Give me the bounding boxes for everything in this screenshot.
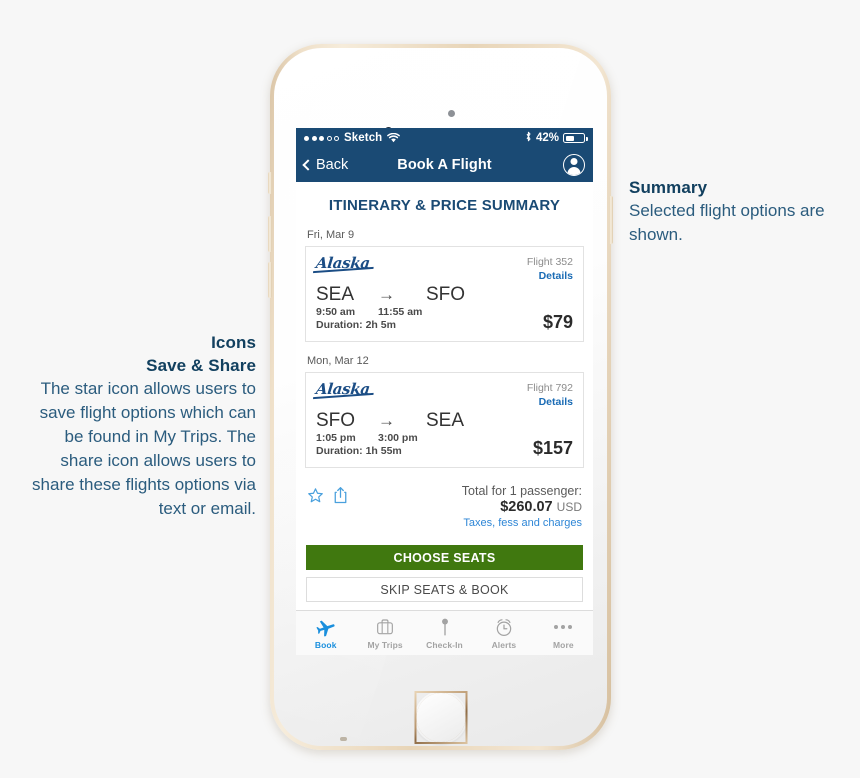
action-buttons: CHOOSE SEATS SKIP SEATS & BOOK [305,531,584,602]
flight-route: SEA → SFO [316,284,573,306]
depart-time: 9:50 am [316,306,356,318]
flight-times: 9:50 am 11:55 am Duration: 2h 5m [316,306,422,332]
flight-price: $79 [542,312,573,332]
status-bar: Sketch 42% [296,128,593,148]
tab-label: Book [314,639,337,650]
flight-number: Flight 352 [526,256,573,268]
annotation-summary-title: Summary [629,178,708,197]
section-heading: ITINERARY & PRICE SUMMARY [328,197,561,214]
bluetooth-icon [525,131,532,145]
flight-number: Flight 792 [526,382,573,394]
origin-code: SEA [316,284,355,305]
flight-card-header: Alaska Flight 352 Details [315,254,573,283]
carrier-label: Sketch [344,132,383,144]
tab-book[interactable]: Book [296,611,355,655]
navigation-bar: Back Book A Flight [296,148,593,182]
flight-route: SFO → SEA [316,410,573,432]
ellipsis-icon [554,617,573,638]
arrow-icon: → [378,285,395,304]
skip-seats-button[interactable]: SKIP SEATS & BOOK [306,577,583,602]
flight-card-footer: 1:05 pm 3:00 pm Duration: 1h 55m $157 [316,432,573,458]
battery-icon [563,133,588,143]
star-icon[interactable] [307,487,324,509]
tab-label: My Trips [367,639,403,650]
tab-more[interactable]: More [534,611,593,655]
phone-front-face: Sketch 42% Back Book A Flight ITINERARY … [274,48,607,746]
share-icon[interactable] [333,486,348,509]
alaska-airlines-logo: Alaska [315,254,377,272]
save-share-actions [307,483,348,509]
phone-screen: Sketch 42% Back Book A Flight ITINERARY … [296,128,593,655]
flight-price: $157 [532,438,573,458]
tab-label: More [552,639,574,650]
annotation-icons-title-line1: Icons [211,333,256,352]
tab-my-trips[interactable]: My Trips [355,611,414,655]
total-amount-value: $260.07 [500,499,553,515]
arrow-icon: → [378,411,395,430]
wifi-icon [387,133,401,143]
alarm-clock-icon [493,617,515,638]
choose-seats-button[interactable]: CHOOSE SEATS [306,545,583,570]
leg-date: Fri, Mar 9 [307,229,355,241]
totals-row: Total for 1 passenger: $260.07 USD Taxes… [305,479,584,531]
status-bar-left: Sketch [304,132,401,144]
back-button-label: Back [316,157,349,173]
silent-switch[interactable] [268,172,272,194]
totals-text: Total for 1 passenger: $260.07 USD Taxes… [462,483,582,531]
flight-card[interactable]: Alaska Flight 352 Details SEA → SFO 9:50… [305,246,584,342]
pin-icon [437,617,453,638]
flight-card[interactable]: Alaska Flight 792 Details SFO → SEA 1:05… [305,372,584,468]
flight-duration: Duration: 2h 5m [316,319,396,331]
flight-card-meta: Flight 792 Details [527,381,573,409]
alaska-airlines-logo: Alaska [315,380,377,398]
tab-check-in[interactable]: Check-In [415,611,474,655]
itinerary-content: ITINERARY & PRICE SUMMARY Fri, Mar 9 Ala… [296,182,593,622]
signal-strength-icon [304,135,339,141]
power-button[interactable] [609,196,613,244]
flight-duration: Duration: 1h 55m [316,445,402,457]
status-bar-right: 42% [525,131,588,145]
destination-code: SEA [426,410,465,431]
annotation-icons-body: The star icon allows users to save fligh… [32,379,256,518]
arrive-time: 11:55 am [378,306,423,318]
screenshot-canvas: Summary Selected flight options are show… [0,0,860,778]
airplane-icon [314,617,337,638]
suitcase-icon [374,617,396,638]
total-amount: $260.07 USD [462,499,582,515]
tab-label: Alerts [491,639,517,650]
details-link[interactable]: Details [527,269,573,283]
annotation-icons-title-line2: Save & Share [146,356,256,375]
back-button[interactable]: Back [302,157,349,173]
flight-card-meta: Flight 352 Details [527,255,573,283]
microphone-hole [340,737,347,741]
flight-times: 1:05 pm 3:00 pm Duration: 1h 55m [316,432,418,458]
annotation-summary-body: Selected flight options are shown. [629,201,825,244]
home-button[interactable] [414,691,467,744]
tab-bar: Book My Trips Check-In Alerts More [296,610,593,655]
iphone-device: Sketch 42% Back Book A Flight ITINERARY … [268,44,613,750]
annotation-icons: Icons Save & Share The star icon allows … [31,331,256,521]
battery-percent-label: 42% [535,132,559,144]
volume-down-button[interactable] [268,262,272,298]
leg-date: Mon, Mar 12 [307,355,369,367]
tab-alerts[interactable]: Alerts [474,611,533,655]
chevron-left-icon [302,159,314,171]
total-currency: USD [556,500,582,514]
taxes-link[interactable]: Taxes, fess and charges [462,515,582,531]
arrive-time: 3:00 pm [378,432,418,444]
details-link[interactable]: Details [527,395,573,409]
flight-card-footer: 9:50 am 11:55 am Duration: 2h 5m $79 [316,306,573,332]
flight-card-header: Alaska Flight 792 Details [315,380,573,409]
tab-label: Check-In [426,639,463,650]
origin-code: SFO [316,410,356,431]
depart-time: 1:05 pm [316,432,356,444]
volume-up-button[interactable] [268,216,272,252]
profile-icon[interactable] [563,154,585,176]
total-label: Total for 1 passenger: [461,484,582,498]
proximity-sensor-icon [448,110,455,117]
destination-code: SFO [426,284,466,305]
annotation-summary: Summary Selected flight options are show… [629,176,844,247]
